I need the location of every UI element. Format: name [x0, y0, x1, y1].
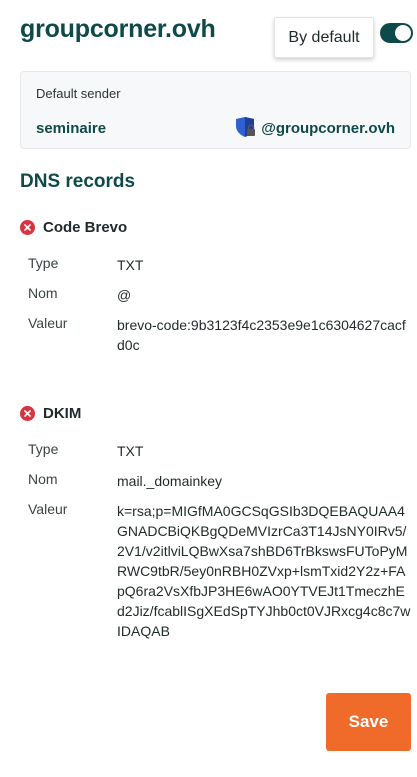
dns-record-code-brevo: Code Brevo Type TXT Nom @ Valeur brevo-c… — [20, 217, 410, 353]
field-value: @ — [117, 287, 132, 303]
dns-record-dkim: DKIM Type TXT Nom mail._domainkey Valeur… — [20, 403, 410, 639]
record-title: Code Brevo — [43, 218, 128, 236]
error-icon — [20, 219, 35, 235]
field-label: Valeur — [28, 315, 68, 331]
field-label: Nom — [28, 471, 58, 487]
error-icon — [20, 405, 35, 421]
domain-title: groupcorner.ovh — [20, 15, 216, 43]
field-label: Nom — [28, 285, 58, 301]
field-value: TXT — [117, 257, 144, 273]
field-label: Type — [28, 255, 59, 271]
shield-lock-icon — [236, 117, 255, 137]
field-label: Valeur — [28, 501, 68, 517]
toggle-knob — [395, 25, 411, 41]
field-label: Type — [28, 441, 59, 457]
dns-records-title: DNS records — [20, 171, 136, 192]
default-sender-label: Default sender — [36, 86, 121, 101]
sender-domain: @groupcorner.ovh — [261, 120, 395, 137]
field-value: mail._domainkey — [117, 473, 223, 489]
field-value: TXT — [117, 443, 144, 459]
field-value[interactable]: brevo-code:9b3123f4c2353e9e1c6304627cacf… — [117, 315, 412, 355]
default-sender-card: Default sender seminaire @groupcorner.ov… — [20, 71, 411, 149]
save-button[interactable]: Save — [326, 693, 411, 751]
sender-name: seminaire — [36, 120, 107, 137]
header: groupcorner.ovh By default — [20, 14, 413, 58]
field-value[interactable]: k=rsa;p=MIGfMA0GCSqGSIb3DQEBAQUAA4GNADCB… — [117, 501, 412, 641]
by-default-button[interactable]: By default — [274, 17, 374, 58]
record-title: DKIM — [43, 404, 82, 422]
default-toggle[interactable] — [380, 23, 413, 43]
